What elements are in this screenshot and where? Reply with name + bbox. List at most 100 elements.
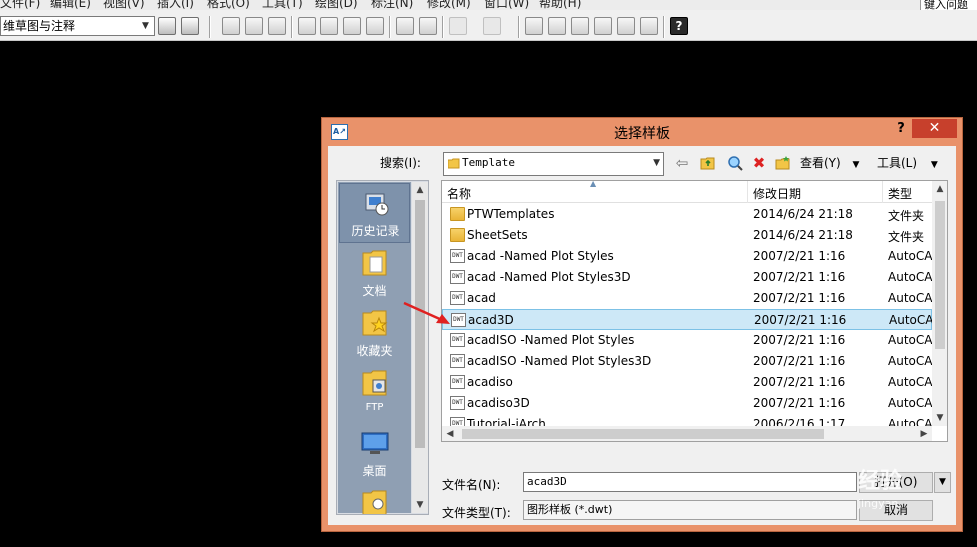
place-documents[interactable]: 文档	[339, 244, 410, 304]
filetype-select[interactable]: 图形样板 (*.dwt)	[523, 500, 857, 520]
publish-icon[interactable]	[343, 17, 361, 35]
filetype-label: 文件类型(T):	[442, 506, 511, 520]
back-icon[interactable]: ⇦	[673, 154, 691, 172]
menu-tools[interactable]: 工具(T)	[262, 0, 303, 10]
file-row[interactable]: DWT acadISO -Named Plot Styles 2007/2/21 1…	[442, 330, 932, 351]
places-scrollbar[interactable]: ▲ ▼	[412, 182, 428, 513]
workspace-select[interactable]: 维草图与注释 ▼	[0, 16, 155, 36]
app-window: 文件(F) 编辑(E) 视图(V) 插入(I) 格式(O) 工具(T) 绘图(D…	[0, 0, 977, 547]
file-row[interactable]: DWTacadiso3D 2007/2/21 1:16 AutoCAD	[442, 393, 932, 414]
scroll-right-icon[interactable]: ▶	[916, 426, 932, 441]
dialog-body: 搜索(I): Template ▼ ⇦ ✖ 查看(Y) ▼ 工具(L) ▼ 历史…	[328, 146, 956, 525]
menu-format[interactable]: 格式(O)	[207, 0, 250, 10]
menu-help[interactable]: 帮助(H)	[539, 0, 581, 10]
file-list-vscrollbar[interactable]: ▲ ▼	[932, 181, 947, 426]
file-row[interactable]: SheetSets 2014/6/24 21:18 文件夹	[442, 225, 932, 246]
workspace-save-icon[interactable]	[181, 17, 199, 35]
dwt-file-icon: DWT	[450, 270, 465, 284]
pan-icon[interactable]	[525, 17, 543, 35]
menu-window[interactable]: 窗口(W)	[484, 0, 529, 10]
chevron-down-icon: ▼	[852, 160, 860, 170]
tools-menu-button[interactable]: 工具(L) ▼	[877, 154, 938, 171]
column-type-header[interactable]: 类型	[888, 185, 912, 202]
scroll-down-icon[interactable]: ▼	[412, 497, 428, 513]
menu-draw[interactable]: 绘图(D)	[315, 0, 358, 10]
scroll-thumb[interactable]	[935, 201, 945, 349]
place-desktop[interactable]: 桌面	[339, 424, 410, 484]
command-search-input[interactable]: 键入问题	[920, 0, 977, 10]
scroll-left-icon[interactable]: ◀	[442, 426, 458, 441]
place-ftp[interactable]: FTP	[339, 364, 410, 424]
menu-bar: 文件(F) 编辑(E) 视图(V) 插入(I) 格式(O) 工具(T) 绘图(D…	[0, 0, 977, 10]
menu-modify[interactable]: 修改(M)	[427, 0, 471, 10]
place-label: FTP	[365, 402, 384, 413]
properties-icon[interactable]	[548, 17, 566, 35]
file-type: AutoCAD	[888, 333, 932, 347]
desktop-icon	[361, 432, 389, 454]
open-file-icon[interactable]	[245, 17, 263, 35]
scroll-down-icon[interactable]: ▼	[932, 410, 947, 426]
search-web-icon[interactable]	[726, 154, 744, 172]
up-folder-icon[interactable]	[699, 154, 717, 172]
filename-input[interactable]: acad3D	[523, 472, 857, 492]
tool-palettes-icon[interactable]	[594, 17, 612, 35]
dwt-file-icon: DWT	[450, 249, 465, 263]
file-date: 2007/2/21 1:16	[753, 354, 846, 368]
scroll-thumb[interactable]	[462, 429, 824, 439]
file-row[interactable]: PTWTemplates 2014/6/24 21:18 文件夹	[442, 204, 932, 225]
file-date: 2014/6/24 21:18	[753, 207, 853, 221]
help-icon[interactable]: ?	[670, 17, 688, 35]
sheet-set-icon[interactable]	[617, 17, 635, 35]
file-row[interactable]: DWTacad3D 2007/2/21 1:16 AutoCAD	[442, 309, 933, 330]
design-center-icon[interactable]	[571, 17, 589, 35]
column-divider[interactable]	[747, 181, 748, 203]
cancel-button[interactable]: 取消	[859, 500, 933, 521]
place-label: 文档	[362, 284, 387, 298]
scroll-up-icon[interactable]: ▲	[412, 182, 428, 198]
file-row[interactable]: DWT acad -Named Plot Styles3D 2007/2/21 1:…	[442, 267, 932, 288]
file-date: 2014/6/24 21:18	[753, 228, 853, 242]
menu-edit[interactable]: 编辑(E)	[50, 0, 91, 10]
save-icon[interactable]	[268, 17, 286, 35]
file-name: acad3D	[468, 313, 514, 327]
print-icon[interactable]	[298, 17, 316, 35]
match-properties-icon[interactable]	[419, 17, 437, 35]
menu-insert[interactable]: 插入(I)	[157, 0, 194, 10]
print-preview-icon[interactable]	[320, 17, 338, 35]
place-label: 桌面	[362, 464, 387, 478]
file-row[interactable]: DWT acad -Named Plot Styles 2007/2/21 1:16…	[442, 246, 932, 267]
place-favorites[interactable]: 收藏夹	[339, 304, 410, 364]
file-row[interactable]: DWT acadISO -Named Plot Styles3D 2007/2/21…	[442, 351, 932, 372]
dialog-titlebar[interactable]: A↗ 选择样板 ? ✕	[322, 118, 962, 146]
delete-icon[interactable]: ✖	[750, 154, 768, 172]
file-row[interactable]: DWTacad 2007/2/21 1:16 AutoCAD	[442, 288, 932, 309]
menu-file[interactable]: 文件(F)	[0, 0, 40, 10]
menu-view[interactable]: 视图(V)	[103, 0, 145, 10]
new-file-icon[interactable]	[222, 17, 240, 35]
column-date-header[interactable]: 修改日期	[753, 185, 801, 202]
calculator-icon[interactable]	[640, 17, 658, 35]
open-button[interactable]: 打开(O)	[859, 472, 933, 493]
place-history[interactable]: 历史记录	[339, 183, 410, 243]
views-menu-button[interactable]: 查看(Y) ▼	[800, 154, 859, 171]
undo-icon[interactable]	[449, 17, 467, 35]
chevron-down-icon: ▼	[142, 21, 149, 31]
file-name: acad -Named Plot Styles	[467, 249, 614, 263]
redo-icon[interactable]	[483, 17, 501, 35]
place-buzzsaw[interactable]	[339, 484, 410, 514]
open-options-dropdown[interactable]: ▼	[934, 472, 951, 493]
create-folder-icon[interactable]	[774, 154, 792, 172]
dialog-help-button[interactable]: ?	[894, 121, 908, 137]
look-in-combobox[interactable]: Template ▼	[443, 152, 664, 176]
workspace-settings-icon[interactable]	[158, 17, 176, 35]
menu-dimension[interactable]: 标注(N)	[371, 0, 413, 10]
dialog-close-button[interactable]: ✕	[912, 119, 957, 138]
file-list-hscrollbar[interactable]: ◀ ▶	[442, 426, 932, 441]
column-name-header[interactable]: 名称	[447, 185, 471, 202]
column-divider[interactable]	[882, 181, 883, 203]
scroll-up-icon[interactable]: ▲	[932, 181, 947, 197]
3d-dwf-icon[interactable]	[366, 17, 384, 35]
cut-icon[interactable]	[396, 17, 414, 35]
file-row[interactable]: DWTacadiso 2007/2/21 1:16 AutoCAD	[442, 372, 932, 393]
toolbar-separator	[518, 16, 520, 38]
